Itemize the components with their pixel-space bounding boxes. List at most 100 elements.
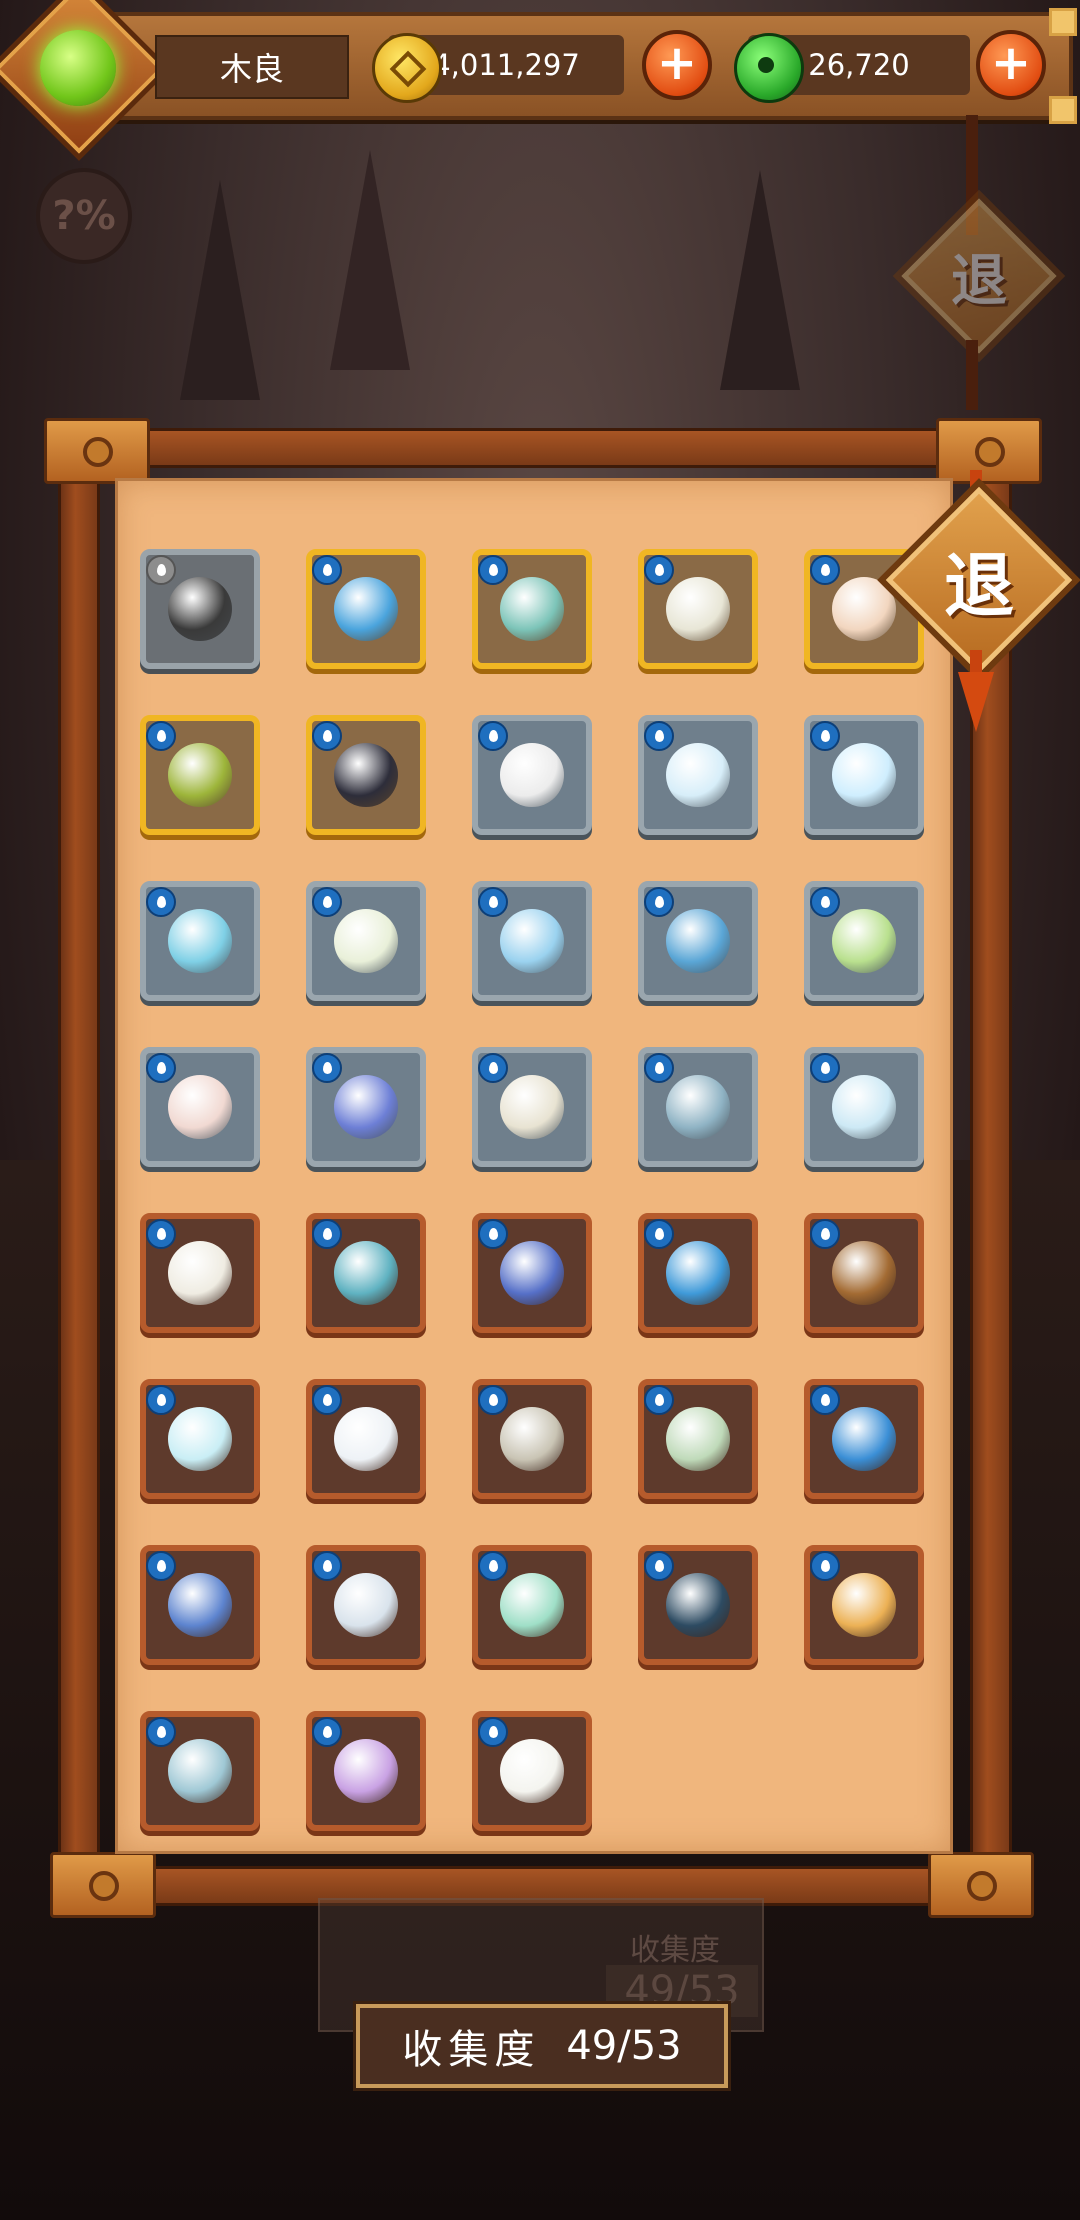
penguin-boat-spirit-icon: [832, 1573, 896, 1637]
frame-cap: [936, 418, 1042, 484]
blue-flower-spirit-slot[interactable]: [306, 1047, 426, 1167]
candle-stand-spirit-icon: [500, 1407, 564, 1471]
ice-diamond-spirit-icon: [832, 1075, 896, 1139]
bamboo-raft-spirit-slot[interactable]: [140, 715, 260, 835]
black-orb-spirit-icon: [168, 577, 232, 641]
water-drop-icon: [478, 1053, 508, 1083]
water-drop-icon: [810, 887, 840, 917]
leaf-mirror-spirit-slot[interactable]: [472, 881, 592, 1001]
water-drop-icon: [644, 1219, 674, 1249]
water-drop-icon: [478, 1385, 508, 1415]
collection-progress-box: 收集度 49/53: [356, 2004, 728, 2088]
water-drop-icon: [146, 555, 176, 585]
white-flower-spirit-slot[interactable]: [638, 549, 758, 669]
blue-dinosaur-spirit-slot[interactable]: [306, 1213, 426, 1333]
vase-with-branch-spirit-icon: [500, 577, 564, 641]
radish-flag-spirit-slot[interactable]: [306, 881, 426, 1001]
penguin-boat-spirit-slot[interactable]: [804, 1545, 924, 1665]
radish-flag-spirit-icon: [334, 909, 398, 973]
teapot-spirit-icon: [334, 1573, 398, 1637]
fishbowl-spirit-slot[interactable]: [804, 715, 924, 835]
water-drop-icon: [478, 721, 508, 751]
water-drop-icon: [644, 1053, 674, 1083]
leaf-mirror-spirit-icon: [500, 909, 564, 973]
water-drop-icon: [644, 721, 674, 751]
snowflake-bear-spirit-slot[interactable]: [306, 1379, 426, 1499]
gold-coin-icon: [372, 33, 442, 103]
water-drop-icon: [478, 887, 508, 917]
water-drop-icon: [146, 1717, 176, 1747]
vase-with-branch-spirit-slot[interactable]: [472, 549, 592, 669]
seashell-spirit-icon: [334, 1739, 398, 1803]
corner-ornament: [1049, 8, 1077, 36]
jade-sword-spirit-slot[interactable]: [804, 881, 924, 1001]
cookie-spirit-slot[interactable]: [804, 1213, 924, 1333]
blue-dinosaur-spirit-icon: [334, 1241, 398, 1305]
water-drop-icon: [312, 1053, 342, 1083]
water-drop-icon: [312, 1717, 342, 1747]
water-drop-icon: [312, 1385, 342, 1415]
sleeping-bear-spirit-slot[interactable]: [638, 1379, 758, 1499]
corner-ornament: [1049, 96, 1077, 124]
calligraphy-spirit-icon: [500, 1075, 564, 1139]
bald-monk-spirit-slot[interactable]: [140, 1047, 260, 1167]
snow-mushroom-spirit-slot[interactable]: [140, 1711, 260, 1831]
rate-info-button[interactable]: ?%: [36, 168, 132, 264]
blue-mushroom-spirit-slot[interactable]: [472, 1213, 592, 1333]
bald-monk-spirit-icon: [168, 1075, 232, 1139]
add-jade-button[interactable]: +: [976, 30, 1046, 100]
frame-top-beam: [120, 428, 966, 468]
calligraphy-spirit-slot[interactable]: [472, 1047, 592, 1167]
green-cloud-spirit-icon: [500, 1573, 564, 1637]
water-drop-icon: [146, 1385, 176, 1415]
add-jade-label: +: [990, 35, 1032, 91]
exit-label: 退: [944, 544, 1014, 627]
water-drop-icon: [312, 1551, 342, 1581]
water-drop-icon: [312, 887, 342, 917]
cloud-ghost-spirit-slot[interactable]: [638, 715, 758, 835]
shark-spirit-icon: [666, 1573, 730, 1637]
teapot-spirit-slot[interactable]: [306, 1545, 426, 1665]
fishbowl-spirit-icon: [832, 743, 896, 807]
white-flower-spirit-icon: [666, 577, 730, 641]
frame-cap: [928, 1852, 1034, 1918]
water-drop-icon: [478, 1717, 508, 1747]
water-drop-icon: [146, 1053, 176, 1083]
blue-vase-spirit-icon: [168, 909, 232, 973]
blue-bird-spirit-slot[interactable]: [638, 1213, 758, 1333]
ice-cube-spirit-slot[interactable]: [140, 1379, 260, 1499]
water-bubble-spirit-slot[interactable]: [638, 881, 758, 1001]
ice-diamond-spirit-slot[interactable]: [804, 1047, 924, 1167]
shark-spirit-slot[interactable]: [638, 1545, 758, 1665]
collection-progress: 49/53: [566, 2023, 682, 2069]
cotton-flower-spirit-slot[interactable]: [472, 715, 592, 835]
ufo-spirit-slot[interactable]: [140, 1545, 260, 1665]
frame-left-post: [58, 440, 100, 1906]
water-drop-icon: [644, 887, 674, 917]
blue-bird-spirit-icon: [666, 1241, 730, 1305]
add-gold-button[interactable]: +: [642, 30, 712, 100]
avatar[interactable]: [28, 28, 128, 108]
background-spike: [330, 150, 410, 370]
green-cloud-spirit-slot[interactable]: [472, 1545, 592, 1665]
cotton-flower-spirit-icon: [500, 743, 564, 807]
dagger-spirit-slot[interactable]: [306, 715, 426, 835]
candle-stand-spirit-slot[interactable]: [472, 1379, 592, 1499]
exit-tassel-end: [958, 672, 994, 732]
turtle-whirl-spirit-slot[interactable]: [804, 1379, 924, 1499]
blue-vase-spirit-slot[interactable]: [140, 881, 260, 1001]
elephant-spirit-slot[interactable]: [638, 1047, 758, 1167]
dagger-spirit-icon: [334, 743, 398, 807]
blue-slime-spirit-slot[interactable]: [306, 549, 426, 669]
water-drop-icon: [478, 555, 508, 585]
jade-coin-icon: [734, 33, 804, 103]
cookie-spirit-icon: [832, 1241, 896, 1305]
black-orb-spirit-slot[interactable]: [140, 549, 260, 669]
cream-drum-spirit-slot[interactable]: [140, 1213, 260, 1333]
water-drop-icon: [810, 1053, 840, 1083]
water-drop-icon: [810, 1385, 840, 1415]
seashell-spirit-slot[interactable]: [306, 1711, 426, 1831]
egg-spirit-slot[interactable]: [472, 1711, 592, 1831]
bamboo-raft-spirit-icon: [168, 743, 232, 807]
water-drop-icon: [810, 721, 840, 751]
